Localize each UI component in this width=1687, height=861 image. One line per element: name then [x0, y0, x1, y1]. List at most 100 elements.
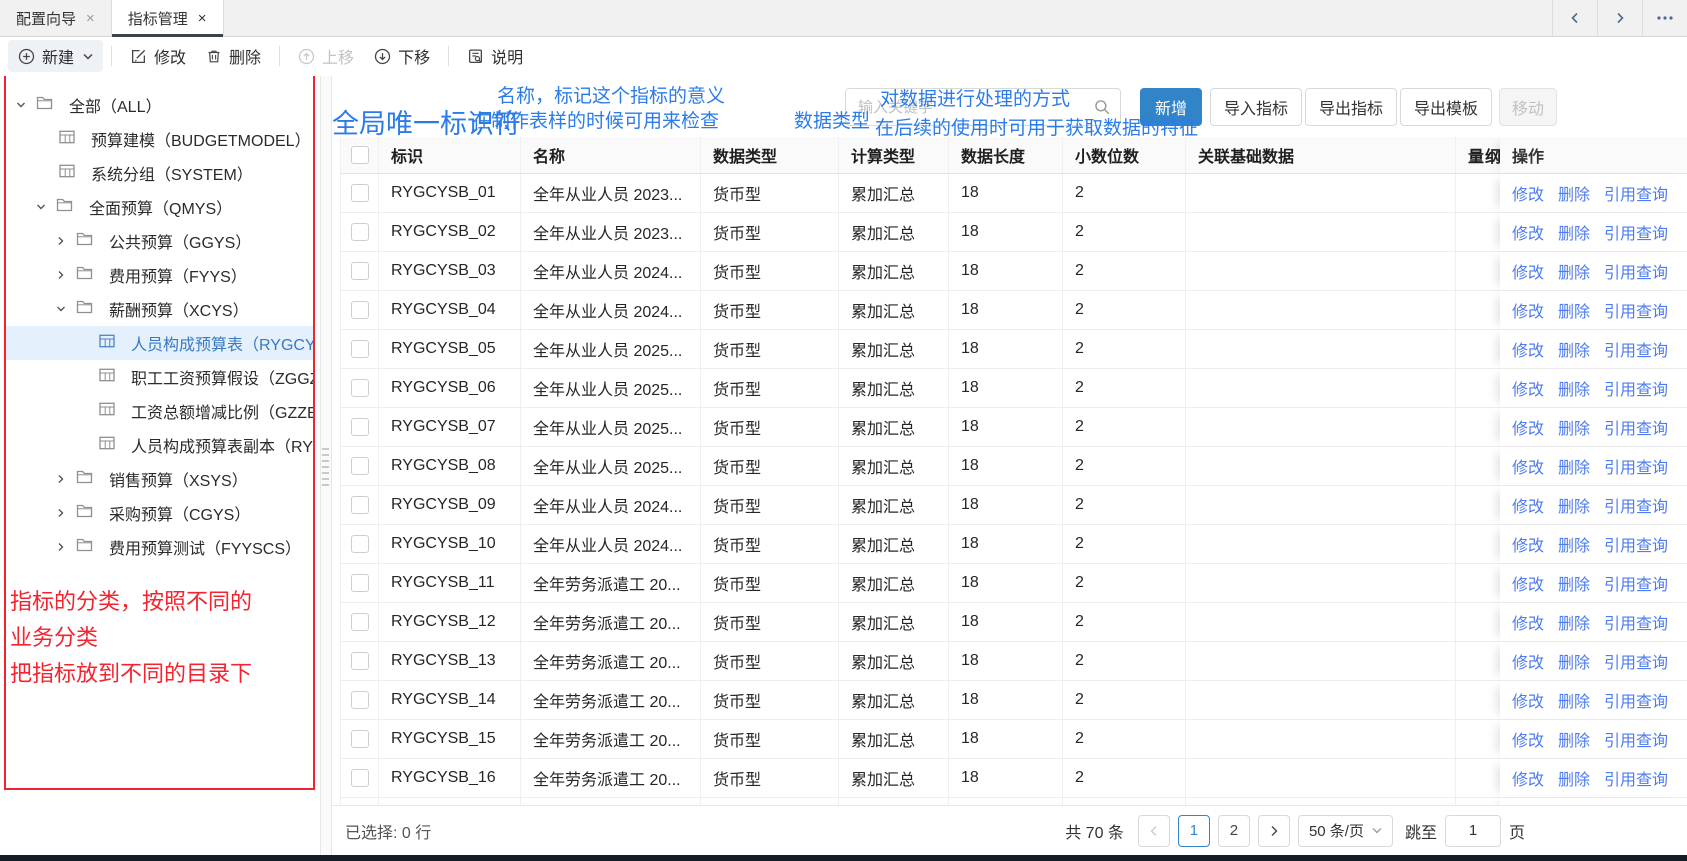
action-link-delete[interactable]: 删除 [1558, 454, 1590, 478]
tree-node[interactable]: 销售预算（XSYS） [5, 462, 313, 496]
action-link-delete[interactable]: 删除 [1558, 766, 1590, 790]
jump-page-input[interactable] [1445, 815, 1501, 847]
move-up-button[interactable]: 上移 [288, 40, 364, 72]
page-size-select[interactable]: 50 条/页 [1298, 815, 1393, 847]
modify-button[interactable]: 修改 [120, 40, 196, 72]
action-link-ref-query[interactable]: 引用查询 [1604, 220, 1668, 244]
action-link-ref-query[interactable]: 引用查询 [1604, 727, 1668, 751]
panel-splitter[interactable] [320, 76, 332, 855]
action-link-modify[interactable]: 修改 [1512, 532, 1544, 556]
tab-indicator-management[interactable]: 指标管理 × [112, 0, 224, 36]
action-link-modify[interactable]: 修改 [1512, 766, 1544, 790]
action-link-ref-query[interactable]: 引用查询 [1604, 415, 1668, 439]
action-link-ref-query[interactable]: 引用查询 [1604, 454, 1668, 478]
action-link-modify[interactable]: 修改 [1512, 727, 1544, 751]
row-checkbox[interactable] [351, 262, 369, 280]
tree-node[interactable]: 费用预算（FYYS） [5, 258, 313, 292]
export-indicator-button[interactable]: 导出指标 [1305, 88, 1397, 126]
action-link-delete[interactable]: 删除 [1558, 337, 1590, 361]
tree-node[interactable]: 采购预算（CGYS） [5, 496, 313, 530]
more-tabs-button[interactable] [1642, 0, 1687, 36]
chevron-right-icon[interactable] [55, 235, 67, 247]
row-checkbox[interactable] [351, 379, 369, 397]
action-link-modify[interactable]: 修改 [1512, 259, 1544, 283]
row-checkbox[interactable] [351, 496, 369, 514]
action-link-delete[interactable]: 删除 [1558, 415, 1590, 439]
page-button-1[interactable]: 1 [1178, 815, 1210, 847]
action-link-ref-query[interactable]: 引用查询 [1604, 688, 1668, 712]
move-down-button[interactable]: 下移 [364, 40, 440, 72]
row-checkbox[interactable] [351, 769, 369, 787]
action-link-modify[interactable]: 修改 [1512, 415, 1544, 439]
export-template-button[interactable]: 导出模板 [1400, 88, 1492, 126]
chevron-down-icon[interactable] [15, 99, 27, 111]
row-checkbox[interactable] [351, 574, 369, 592]
tree-node[interactable]: 全面预算（QMYS） [5, 190, 313, 224]
tree-node[interactable]: 职工工资预算假设（ZGGZ [5, 360, 313, 394]
action-link-delete[interactable]: 删除 [1558, 259, 1590, 283]
action-link-modify[interactable]: 修改 [1512, 376, 1544, 400]
action-link-ref-query[interactable]: 引用查询 [1604, 298, 1668, 322]
action-link-delete[interactable]: 删除 [1558, 727, 1590, 751]
chevron-down-icon[interactable] [35, 201, 47, 213]
chevron-right-icon[interactable] [55, 507, 67, 519]
action-link-delete[interactable]: 删除 [1558, 610, 1590, 634]
row-checkbox[interactable] [351, 613, 369, 631]
row-checkbox[interactable] [351, 301, 369, 319]
row-checkbox[interactable] [351, 340, 369, 358]
action-link-modify[interactable]: 修改 [1512, 571, 1544, 595]
select-all-checkbox[interactable] [351, 146, 369, 164]
action-link-ref-query[interactable]: 引用查询 [1604, 181, 1668, 205]
scroll-tabs-left-button[interactable] [1552, 0, 1597, 36]
tree-node[interactable]: 费用预算测试（FYYSCS） [5, 530, 313, 564]
row-checkbox[interactable] [351, 418, 369, 436]
chevron-right-icon[interactable] [55, 269, 67, 281]
row-checkbox[interactable] [351, 691, 369, 709]
move-button[interactable]: 移动 [1499, 88, 1557, 126]
action-link-delete[interactable]: 删除 [1558, 181, 1590, 205]
action-link-delete[interactable]: 删除 [1558, 376, 1590, 400]
action-link-delete[interactable]: 删除 [1558, 649, 1590, 673]
action-link-modify[interactable]: 修改 [1512, 610, 1544, 634]
action-link-modify[interactable]: 修改 [1512, 649, 1544, 673]
tree-node[interactable]: 人员构成预算表（RYGCYS [5, 326, 313, 360]
action-link-ref-query[interactable]: 引用查询 [1604, 259, 1668, 283]
search-icon[interactable] [1093, 98, 1111, 116]
tree-node[interactable]: 公共预算（GGYS） [5, 224, 313, 258]
import-indicator-button[interactable]: 导入指标 [1210, 88, 1302, 126]
tree-node[interactable]: 薪酬预算（XCYS） [5, 292, 313, 326]
prev-page-button[interactable] [1138, 815, 1170, 847]
help-button[interactable]: 说明 [457, 40, 533, 72]
row-checkbox[interactable] [351, 730, 369, 748]
row-checkbox[interactable] [351, 184, 369, 202]
action-link-modify[interactable]: 修改 [1512, 688, 1544, 712]
chevron-right-icon[interactable] [55, 473, 67, 485]
new-button[interactable]: 新建 [8, 40, 103, 72]
action-link-delete[interactable]: 删除 [1558, 298, 1590, 322]
action-link-delete[interactable]: 删除 [1558, 688, 1590, 712]
chevron-down-icon[interactable] [55, 303, 67, 315]
row-checkbox[interactable] [351, 457, 369, 475]
tree-node[interactable]: 工资总额增减比例（GZZE [5, 394, 313, 428]
tree-node[interactable]: 系统分组（SYSTEM） [5, 156, 313, 190]
action-link-modify[interactable]: 修改 [1512, 181, 1544, 205]
row-checkbox[interactable] [351, 652, 369, 670]
action-link-delete[interactable]: 删除 [1558, 220, 1590, 244]
delete-button[interactable]: 删除 [196, 40, 271, 72]
action-link-ref-query[interactable]: 引用查询 [1604, 493, 1668, 517]
close-icon[interactable]: × [86, 11, 95, 26]
action-link-modify[interactable]: 修改 [1512, 220, 1544, 244]
close-icon[interactable]: × [198, 11, 207, 26]
action-link-ref-query[interactable]: 引用查询 [1604, 532, 1668, 556]
action-link-modify[interactable]: 修改 [1512, 298, 1544, 322]
action-link-ref-query[interactable]: 引用查询 [1604, 649, 1668, 673]
next-page-button[interactable] [1258, 815, 1290, 847]
action-link-modify[interactable]: 修改 [1512, 493, 1544, 517]
action-link-delete[interactable]: 删除 [1558, 571, 1590, 595]
action-link-ref-query[interactable]: 引用查询 [1604, 337, 1668, 361]
row-checkbox[interactable] [351, 535, 369, 553]
action-link-ref-query[interactable]: 引用查询 [1604, 766, 1668, 790]
chevron-right-icon[interactable] [55, 541, 67, 553]
add-button[interactable]: 新增 [1140, 88, 1202, 126]
action-link-modify[interactable]: 修改 [1512, 454, 1544, 478]
